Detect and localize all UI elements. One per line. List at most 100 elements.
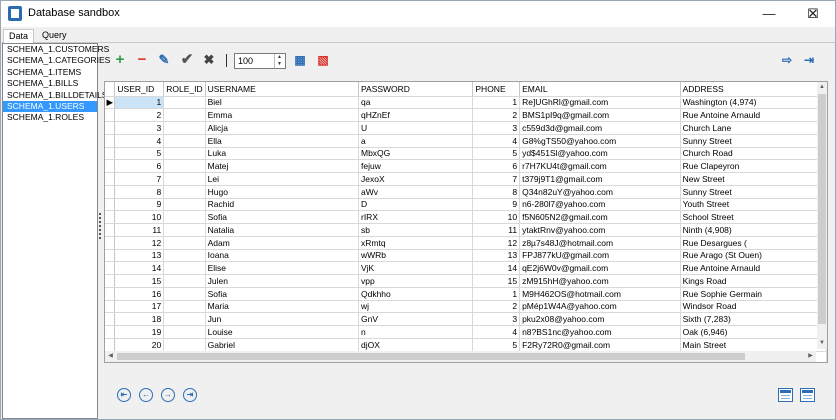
cell-email[interactable]: r7H7KU4t@gmail.com	[519, 159, 681, 173]
cell-role-id[interactable]	[163, 185, 206, 199]
tab-query[interactable]: Query	[37, 29, 72, 43]
cell-email[interactable]: qE2j6W0v@gmail.com	[519, 261, 681, 275]
cell-email[interactable]: n8?BS1nc@yahoo.com	[519, 325, 681, 339]
cell-phone[interactable]: 7	[472, 172, 521, 186]
cell-role-id[interactable]	[163, 223, 206, 237]
cell-user-id[interactable]: 1	[114, 96, 165, 110]
table-row[interactable]: 5 Luka MbxQG 5 yd$451Sl@yahoo.com Church Road	[105, 147, 827, 161]
cell-role-id[interactable]	[163, 274, 206, 288]
cell-user-id[interactable]: 16	[114, 287, 165, 301]
edit-icon[interactable]: ✎	[156, 52, 172, 68]
sidebar-item[interactable]: SCHEMA_1.CUSTOMERS	[3, 44, 109, 55]
vertical-scroll-thumb[interactable]	[818, 94, 826, 324]
row-selector[interactable]	[105, 287, 116, 301]
table-row[interactable]: 17 Maria wj 2 pMép1W4A@yahoo.com Windsor Road	[105, 300, 827, 314]
column-header[interactable]: ROLE_ID	[163, 82, 206, 97]
cell-username[interactable]: Louise	[205, 325, 359, 339]
horizontal-scrollbar[interactable]: ◀ ▶	[105, 351, 816, 362]
confirm-icon[interactable]: ✔	[179, 52, 195, 68]
row-selector[interactable]	[105, 261, 116, 275]
cell-email[interactable]: F2Ry72R0@gmail.com	[519, 338, 681, 352]
cell-username[interactable]: Lei	[205, 172, 359, 186]
cell-user-id[interactable]: 19	[114, 325, 165, 339]
cell-role-id[interactable]	[163, 198, 206, 212]
cell-role-id[interactable]	[163, 96, 206, 110]
row-selector[interactable]	[105, 325, 116, 339]
scroll-down-icon[interactable]: ▼	[817, 338, 827, 349]
cell-role-id[interactable]	[163, 134, 206, 148]
cell-phone[interactable]: 1	[472, 287, 521, 301]
cell-email[interactable]: ytaktRnv@yahoo.com	[519, 223, 681, 237]
horizontal-scroll-thumb[interactable]	[117, 353, 745, 360]
first-icon[interactable]: ⇤	[117, 388, 131, 402]
cell-role-id[interactable]	[163, 261, 206, 275]
form-view-icon[interactable]	[800, 388, 815, 402]
cell-email[interactable]: G8%gTS50@yahoo.com	[519, 134, 681, 148]
cell-email[interactable]: BMS1pI9q@gmail.com	[519, 108, 681, 122]
cell-username[interactable]: Natalia	[205, 223, 359, 237]
cell-user-id[interactable]: 12	[114, 236, 165, 250]
cell-address[interactable]: Main Street	[680, 338, 827, 352]
title-bar[interactable]: Database sandbox — ☐	[1, 1, 835, 27]
scroll-left-icon[interactable]: ◀	[105, 351, 116, 362]
cell-address[interactable]: Washington (4,974)	[680, 96, 827, 110]
cell-address[interactable]: Rue Antoine Arnauld	[680, 261, 827, 275]
cell-user-id[interactable]: 17	[114, 300, 165, 314]
cell-username[interactable]: Sofia	[205, 287, 359, 301]
close-button[interactable]: ✕	[791, 1, 835, 27]
grid-view-icon[interactable]	[778, 388, 793, 402]
table-row[interactable]: 16 Sofia Qdkhho 1 M9H462OS@hotmail.com Rue So…	[105, 287, 827, 301]
cell-password[interactable]: JexoX	[358, 172, 474, 186]
cell-password[interactable]: qa	[358, 96, 474, 110]
cell-role-id[interactable]	[163, 325, 206, 339]
cell-address[interactable]: School Street	[680, 210, 827, 224]
cell-email[interactable]: yd$451Sl@yahoo.com	[519, 147, 681, 161]
cell-password[interactable]: aWv	[358, 185, 474, 199]
cell-address[interactable]: Rue Sophie Germain	[680, 287, 827, 301]
cell-phone[interactable]: 6	[472, 159, 521, 173]
cell-user-id[interactable]: 7	[114, 172, 165, 186]
row-selector[interactable]	[105, 185, 116, 199]
cell-username[interactable]: Jun	[205, 312, 359, 326]
cell-address[interactable]: Sixth (7,283)	[680, 312, 827, 326]
scroll-right-icon[interactable]: ▶	[805, 351, 816, 362]
row-selector[interactable]	[105, 300, 116, 314]
table-row[interactable]: 8 Hugo aWv 8 Q34n82uY@yahoo.com Sunny Street	[105, 185, 827, 199]
cell-phone[interactable]: 10	[472, 210, 521, 224]
cell-username[interactable]: Sofia	[205, 210, 359, 224]
cell-user-id[interactable]: 3	[114, 121, 165, 135]
cell-password[interactable]: U	[358, 121, 474, 135]
sidebar-item[interactable]: SCHEMA_1.USERS	[3, 100, 97, 113]
next-icon[interactable]: →	[161, 388, 175, 402]
minimize-button[interactable]: —	[747, 1, 791, 27]
row-selector[interactable]	[105, 147, 116, 161]
vertical-scrollbar[interactable]: ▲ ▼	[817, 82, 827, 349]
cell-email[interactable]: f5N605N2@gmail.com	[519, 210, 681, 224]
table-row[interactable]: 4 Ella a 4 G8%gTS50@yahoo.com Sunny Street	[105, 134, 827, 148]
sidebar-item[interactable]: SCHEMA_1.ITEMS	[3, 67, 97, 78]
cell-phone[interactable]: 2	[472, 108, 521, 122]
cell-phone[interactable]: 8	[472, 185, 521, 199]
cell-password[interactable]: qHZnEf	[358, 108, 474, 122]
cell-password[interactable]: wWRb	[358, 249, 474, 263]
cell-address[interactable]: Sunny Street	[680, 134, 827, 148]
remove-icon[interactable]: −	[134, 52, 150, 68]
splitter-handle[interactable]	[99, 211, 102, 251]
cell-user-id[interactable]: 2	[114, 108, 165, 122]
table-row[interactable]: 12 Adam xRmtq 12 z8µ7s48J@hotmail.com Rue Des…	[105, 236, 827, 250]
sidebar-item[interactable]: SCHEMA_1.ROLES	[3, 112, 97, 123]
cell-role-id[interactable]	[163, 287, 206, 301]
cell-role-id[interactable]	[163, 159, 206, 173]
cell-password[interactable]: xRmtq	[358, 236, 474, 250]
cell-password[interactable]: D	[358, 198, 474, 212]
row-selector[interactable]	[105, 274, 116, 288]
row-selector[interactable]	[105, 108, 116, 122]
cell-role-id[interactable]	[163, 108, 206, 122]
cell-address[interactable]: Rue Antoine Arnauld	[680, 108, 827, 122]
cell-phone[interactable]: 3	[472, 121, 521, 135]
table-row[interactable]: 18 Jun GnV 3 pku2x08@yahoo.com Sixth (7,283)	[105, 312, 827, 326]
cell-username[interactable]: Luka	[205, 147, 359, 161]
cell-phone[interactable]: 15	[472, 274, 521, 288]
cell-email[interactable]: Re]UGhRl@gmail.com	[519, 96, 681, 110]
table-row[interactable]: 2 Emma qHZnEf 2 BMS1pI9q@gmail.com Rue Antoin…	[105, 108, 827, 122]
